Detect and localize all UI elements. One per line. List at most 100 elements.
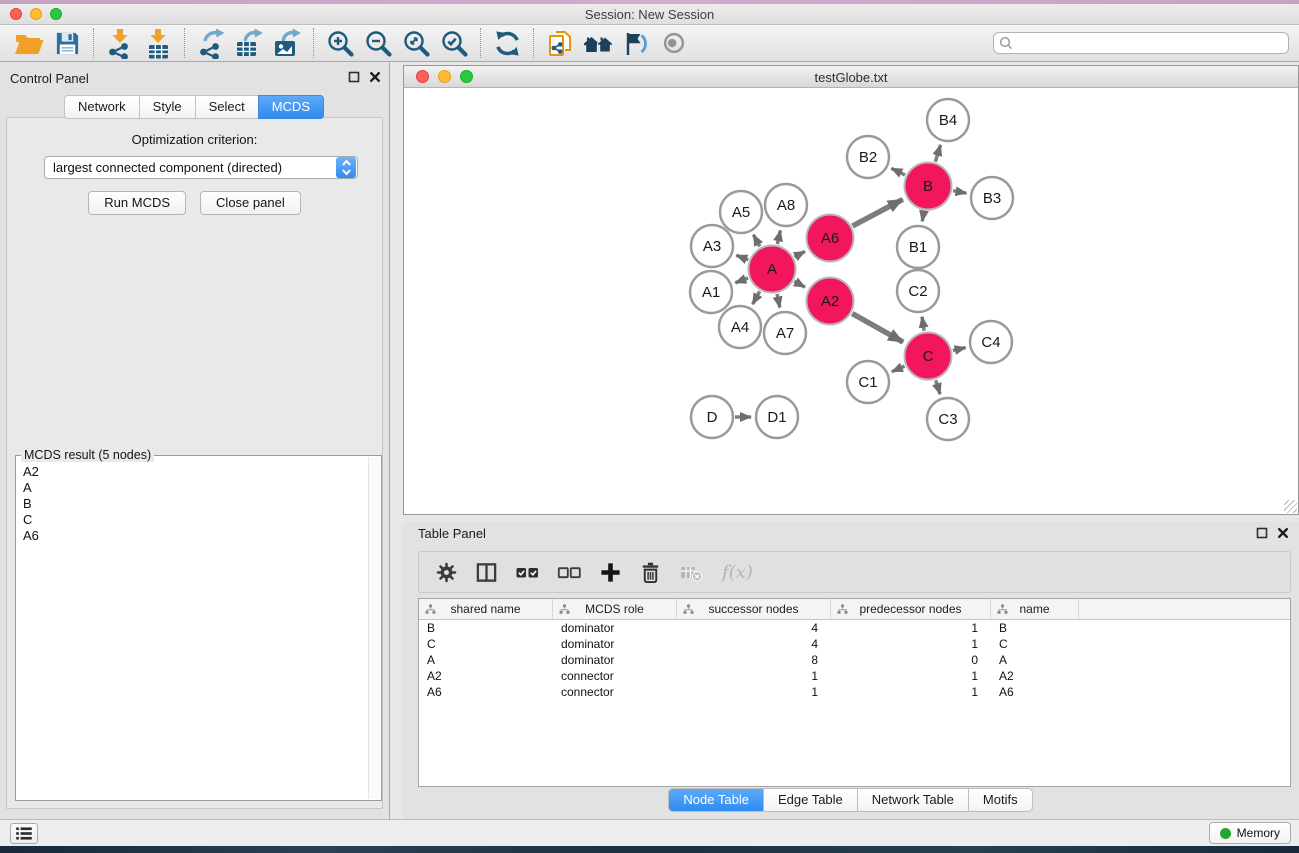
graph-node-B4[interactable]: B4	[927, 99, 969, 141]
optimization-criterion-label: Optimization criterion:	[7, 132, 382, 147]
graph-edge-A-A8[interactable]	[777, 230, 780, 244]
table-row[interactable]: A2connector11A2	[419, 668, 1290, 684]
tab-motifs[interactable]: Motifs	[968, 788, 1033, 812]
export-image-icon[interactable]	[268, 27, 306, 60]
graph-edge-A2-C[interactable]	[852, 314, 903, 343]
graph-node-B2[interactable]: B2	[847, 136, 889, 178]
zoom-fit-icon[interactable]	[397, 27, 435, 60]
graph-edge-A-A4[interactable]	[753, 291, 760, 304]
table-row[interactable]: Adominator80A	[419, 652, 1290, 668]
show-all-icon[interactable]	[655, 27, 693, 60]
deselect-all-icon[interactable]	[557, 561, 582, 584]
graph-edge-B-B4[interactable]	[935, 145, 940, 162]
import-network-icon[interactable]	[101, 27, 139, 60]
graph-node-A1[interactable]: A1	[690, 271, 732, 313]
graph-node-B1[interactable]: B1	[897, 226, 939, 268]
network-canvas[interactable]: A A1 A2 A3 A4 A5 A6 A7 A8 B B1 B2 B3B4 C C1 C2 C3C4 D D1	[404, 88, 1298, 514]
graph-node-D[interactable]: D	[691, 396, 733, 438]
table-row[interactable]: A6connector11A6	[419, 684, 1290, 700]
graph-edge-B-B3[interactable]	[953, 191, 966, 194]
gear-icon[interactable]	[435, 561, 458, 584]
run-mcds-button[interactable]: Run MCDS	[88, 191, 186, 215]
graph-node-C1[interactable]: C1	[847, 361, 889, 403]
export-network-icon[interactable]	[192, 27, 230, 60]
hide-selected-icon[interactable]	[617, 27, 655, 60]
graph-node-C[interactable]: C	[905, 333, 952, 380]
search-input[interactable]	[1013, 36, 1283, 50]
graph-edge-C-C2[interactable]	[922, 317, 924, 331]
columns-icon[interactable]	[475, 561, 498, 584]
column-header-MCDS-role[interactable]: MCDS role	[553, 599, 677, 619]
graph-node-A2[interactable]: A2	[807, 278, 854, 325]
graph-node-B[interactable]: B	[905, 163, 952, 210]
select-all-icon[interactable]	[515, 561, 540, 584]
search-field[interactable]	[993, 32, 1289, 54]
result-item[interactable]: B	[23, 496, 367, 512]
graph-node-A7[interactable]: A7	[764, 312, 806, 354]
graph-node-A[interactable]: A	[749, 246, 796, 293]
graph-node-D1[interactable]: D1	[756, 396, 798, 438]
close-panel-button[interactable]: Close panel	[200, 191, 301, 215]
close-panel-icon[interactable]	[1277, 527, 1289, 539]
column-header-shared-name[interactable]: shared name	[419, 599, 553, 619]
first-neighbors-icon[interactable]	[579, 27, 617, 60]
network-window-titlebar[interactable]: testGlobe.txt	[404, 66, 1298, 88]
result-item[interactable]: A	[23, 480, 367, 496]
zoom-out-icon[interactable]	[359, 27, 397, 60]
task-history-button[interactable]	[10, 823, 38, 844]
table-row[interactable]: Bdominator41B	[419, 620, 1290, 636]
column-header-successor-nodes[interactable]: successor nodes	[677, 599, 831, 619]
graph-edge-B-B1[interactable]	[922, 211, 924, 221]
result-item[interactable]: A6	[23, 528, 367, 544]
apply-layout-icon[interactable]	[488, 27, 526, 60]
tab-network[interactable]: Network	[64, 95, 140, 119]
result-scrollbar[interactable]	[368, 457, 380, 799]
import-table-icon[interactable]	[139, 27, 177, 60]
graph-node-C3[interactable]: C3	[927, 398, 969, 440]
float-panel-icon[interactable]	[348, 71, 360, 83]
zoom-selected-icon[interactable]	[435, 27, 473, 60]
table-row[interactable]: Cdominator41C	[419, 636, 1290, 652]
graph-edge-A-A7[interactable]	[777, 294, 780, 308]
graph-node-A5[interactable]: A5	[720, 191, 762, 233]
criterion-select[interactable]: largest connected component (directed)	[44, 156, 358, 179]
graph-edge-A-A1[interactable]	[735, 278, 748, 283]
add-column-icon[interactable]	[599, 561, 622, 584]
graph-edge-C-C4[interactable]	[953, 348, 966, 351]
graph-node-A4[interactable]: A4	[719, 306, 761, 348]
graph-edge-A-A2[interactable]	[794, 281, 805, 287]
tab-select[interactable]: Select	[195, 95, 259, 119]
result-item[interactable]: A2	[23, 464, 367, 480]
tab-network-table[interactable]: Network Table	[857, 788, 969, 812]
new-network-from-selection-icon[interactable]	[541, 27, 579, 60]
graph-edge-A-A3[interactable]	[736, 255, 748, 260]
tab-mcds[interactable]: MCDS	[258, 95, 324, 119]
graph-node-A6[interactable]: A6	[807, 215, 854, 262]
graph-edge-A6-B[interactable]	[853, 199, 903, 226]
save-session-icon[interactable]	[48, 27, 86, 60]
graph-node-B3[interactable]: B3	[971, 177, 1013, 219]
tab-edge-table[interactable]: Edge Table	[763, 788, 858, 812]
delete-column-icon[interactable]	[639, 561, 662, 584]
open-file-icon[interactable]	[10, 27, 48, 60]
result-item[interactable]: C	[23, 512, 367, 528]
graph-edge-C-C3[interactable]	[936, 380, 940, 394]
tab-style[interactable]: Style	[139, 95, 196, 119]
graph-node-A8[interactable]: A8	[765, 184, 807, 226]
column-header-name[interactable]: name	[991, 599, 1079, 619]
close-panel-icon[interactable]	[369, 71, 381, 83]
memory-button[interactable]: Memory	[1209, 822, 1291, 844]
graph-edge-C-C1[interactable]	[892, 366, 905, 372]
graph-edge-A-A5[interactable]	[753, 235, 759, 247]
graph-edge-B-B2[interactable]	[891, 168, 905, 175]
graph-node-A3[interactable]: A3	[691, 225, 733, 267]
graph-node-C2[interactable]: C2	[897, 270, 939, 312]
zoom-in-icon[interactable]	[321, 27, 359, 60]
graph-edge-A-A6[interactable]	[795, 251, 805, 257]
export-table-icon[interactable]	[230, 27, 268, 60]
graph-node-C4[interactable]: C4	[970, 321, 1012, 363]
window-resize-grip[interactable]	[1284, 500, 1297, 513]
column-header-predecessor-nodes[interactable]: predecessor nodes	[831, 599, 991, 619]
tab-node-table[interactable]: Node Table	[668, 788, 764, 812]
float-panel-icon[interactable]	[1256, 527, 1268, 539]
